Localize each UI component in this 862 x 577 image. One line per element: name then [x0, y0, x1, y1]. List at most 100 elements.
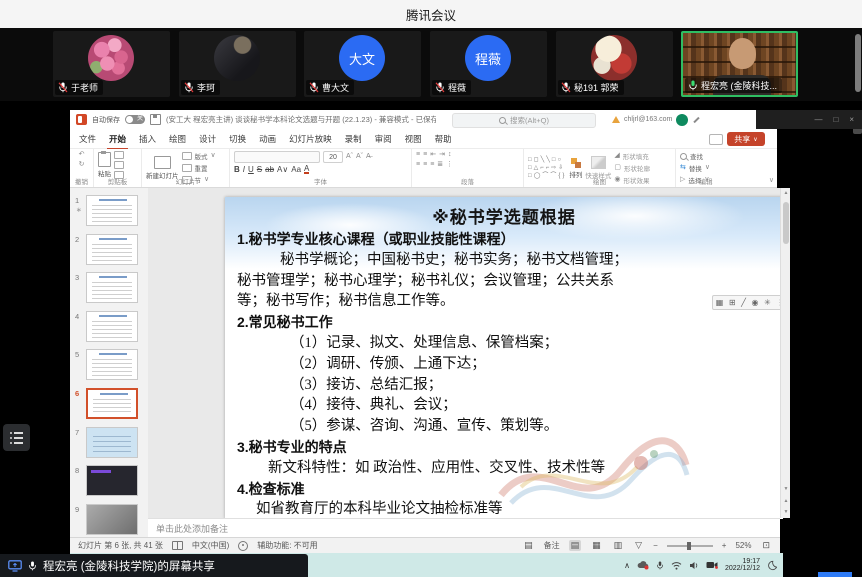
autosave-toggle[interactable]: 关 [125, 115, 145, 124]
align-left-icon[interactable]: ≡ [416, 161, 420, 169]
cloud-sync-icon[interactable] [637, 560, 649, 570]
slide-thumbnail-1[interactable]: 1∗ [70, 194, 148, 232]
line-spacing-icon[interactable]: ↕ [448, 151, 452, 159]
slideshow-view-icon[interactable]: ▽ [633, 540, 644, 551]
slide-thumbnail-6[interactable]: 6 [70, 387, 148, 425]
find-button[interactable]: 查找 [680, 151, 703, 161]
slide-sorter-view-icon[interactable]: ▦ [590, 540, 603, 551]
tray-expand-icon[interactable]: ∧ [624, 561, 630, 570]
columns-icon[interactable]: ⋮ [446, 161, 453, 169]
window-icon[interactable]: ⊞ [729, 298, 736, 307]
slide-thumbnail-5[interactable]: 5 [70, 348, 148, 386]
reading-view-icon[interactable]: ▥ [612, 540, 625, 551]
change-case-button[interactable]: Aa [291, 165, 301, 174]
minimize-button[interactable]: — [814, 115, 822, 124]
shape-fill-button[interactable]: ◢形状填充 [614, 151, 648, 161]
zoom-in-icon[interactable]: + [722, 541, 727, 550]
participant-tile[interactable]: 秘191 郭荣 [556, 31, 673, 97]
slide-thumbnail-9[interactable]: 9 [70, 503, 148, 537]
share-button[interactable]: 共享 ∨ [727, 132, 765, 146]
ribbon-tab-文件[interactable]: 文件 [79, 133, 96, 145]
pen-icon[interactable] [692, 116, 700, 124]
slide-thumbnail-2[interactable]: 2 [70, 233, 148, 271]
wifi-icon[interactable] [671, 561, 682, 570]
align-right-icon[interactable]: ≡ [430, 161, 434, 169]
ribbon-tab-绘图[interactable]: 绘图 [169, 133, 186, 145]
moon-icon[interactable] [767, 560, 777, 571]
account-avatar[interactable] [676, 114, 688, 126]
maximize-button[interactable]: □ [833, 115, 838, 124]
warning-icon[interactable] [612, 116, 620, 123]
close-button[interactable]: × [849, 115, 854, 124]
normal-view-icon[interactable]: ▤ [569, 540, 582, 551]
ribbon-tab-视图[interactable]: 视图 [405, 133, 422, 145]
accessibility-label[interactable]: 辅助功能: 不可用 [257, 540, 317, 551]
clear-strike-button[interactable]: ab [265, 165, 274, 174]
scrollbar-thumb[interactable] [783, 202, 789, 244]
speaker-icon[interactable] [689, 561, 699, 570]
participant-tile[interactable]: 程宏亮 (金陵科技... [681, 31, 798, 97]
settings-icon[interactable]: ✳ [764, 298, 771, 307]
notes-toggle-label[interactable]: 备注 [544, 540, 560, 551]
slide-thumbnail-4[interactable]: 4 [70, 310, 148, 348]
shrink-font-icon[interactable]: Aˇ [356, 153, 363, 161]
ribbon-tab-设计[interactable]: 设计 [199, 133, 216, 145]
ribbon-tab-插入[interactable]: 插入 [139, 133, 156, 145]
ribbon-tab-帮助[interactable]: 帮助 [435, 133, 452, 145]
scroll-up-icon[interactable]: ▲ [781, 190, 791, 196]
proofing-icon[interactable] [172, 541, 183, 550]
font-color-button[interactable]: A [304, 165, 309, 174]
replace-button[interactable]: ⇆替换∨ [680, 163, 710, 173]
zoom-out-icon[interactable]: − [653, 541, 658, 550]
decrease-indent-icon[interactable]: ⇤ [430, 151, 436, 159]
ribbon-tab-审阅[interactable]: 审阅 [375, 133, 392, 145]
notes-pane[interactable]: 单击此处添加备注 [148, 518, 780, 537]
undo-icon[interactable]: ↶ [79, 151, 85, 159]
ribbon-tab-开始[interactable]: 开始 [109, 133, 126, 145]
zoom-slider[interactable] [667, 545, 713, 547]
fit-to-window-icon[interactable]: ⊡ [760, 540, 772, 551]
justify-icon[interactable]: ≣ [437, 161, 443, 169]
redo-icon[interactable]: ↻ [79, 161, 85, 169]
participant-tile[interactable]: 程薇程薇 [430, 31, 547, 97]
tray-mic-icon[interactable] [656, 560, 664, 571]
participant-tile[interactable]: 于老师 [53, 31, 170, 97]
numbering-icon[interactable]: ≡ [423, 151, 427, 159]
ribbon-tab-动画[interactable]: 动画 [259, 133, 276, 145]
grow-font-icon[interactable]: Aˆ [346, 153, 353, 161]
notes-toggle-icon[interactable]: ▤ [522, 540, 535, 551]
participant-tile[interactable]: 李珂 [179, 31, 296, 97]
cut-icon[interactable] [114, 151, 124, 159]
slide-thumbnail-7[interactable]: 7 [70, 426, 148, 464]
char-spacing-button[interactable]: A∨ [277, 165, 288, 174]
slide[interactable]: ※秘书学选题根据 1.秘书学专业核心课程（或职业技能性课程）秘书学概论；中国秘书… [225, 197, 783, 519]
bullets-icon[interactable]: ≡ [416, 151, 420, 159]
ribbon-tab-录制[interactable]: 录制 [345, 133, 362, 145]
align-center-icon[interactable]: ≡ [423, 161, 427, 169]
participant-tile[interactable]: 大文曹大文 [304, 31, 421, 97]
camera-icon[interactable] [706, 561, 718, 569]
font-name-input[interactable] [234, 151, 320, 163]
font-size-input[interactable]: 20 [323, 151, 343, 163]
panes-icon[interactable]: ▦ [716, 298, 724, 307]
increase-indent-icon[interactable]: ⇥ [439, 151, 445, 159]
paste-button[interactable]: 粘贴 [98, 152, 111, 178]
zoom-slider-knob[interactable] [687, 542, 691, 550]
zoom-level[interactable]: 52% [735, 541, 751, 550]
layout-button[interactable]: 版式∨ [182, 151, 216, 161]
previous-slide-icon[interactable]: ▲ [781, 498, 791, 504]
underline-button[interactable]: U [248, 165, 254, 174]
search-input[interactable]: 搜索(Alt+Q) [452, 113, 596, 128]
ribbon-tab-切换[interactable]: 切换 [229, 133, 246, 145]
comments-icon[interactable] [709, 134, 723, 145]
save-icon[interactable] [150, 114, 161, 125]
pen-tool-icon[interactable]: ╱ [741, 298, 746, 307]
scroll-down-icon[interactable]: ▼ [781, 486, 791, 492]
collapse-ribbon-icon[interactable]: ∨ [769, 176, 774, 184]
shape-outline-button[interactable]: ▢形状轮廓 [614, 163, 650, 173]
copy-icon[interactable] [114, 161, 124, 169]
bold-button[interactable]: B [234, 165, 240, 174]
italic-button[interactable]: I [243, 165, 245, 174]
tray-clock[interactable]: 19:17 2022/12/12 [725, 558, 760, 573]
ribbon-tab-幻灯片放映[interactable]: 幻灯片放映 [289, 133, 332, 145]
